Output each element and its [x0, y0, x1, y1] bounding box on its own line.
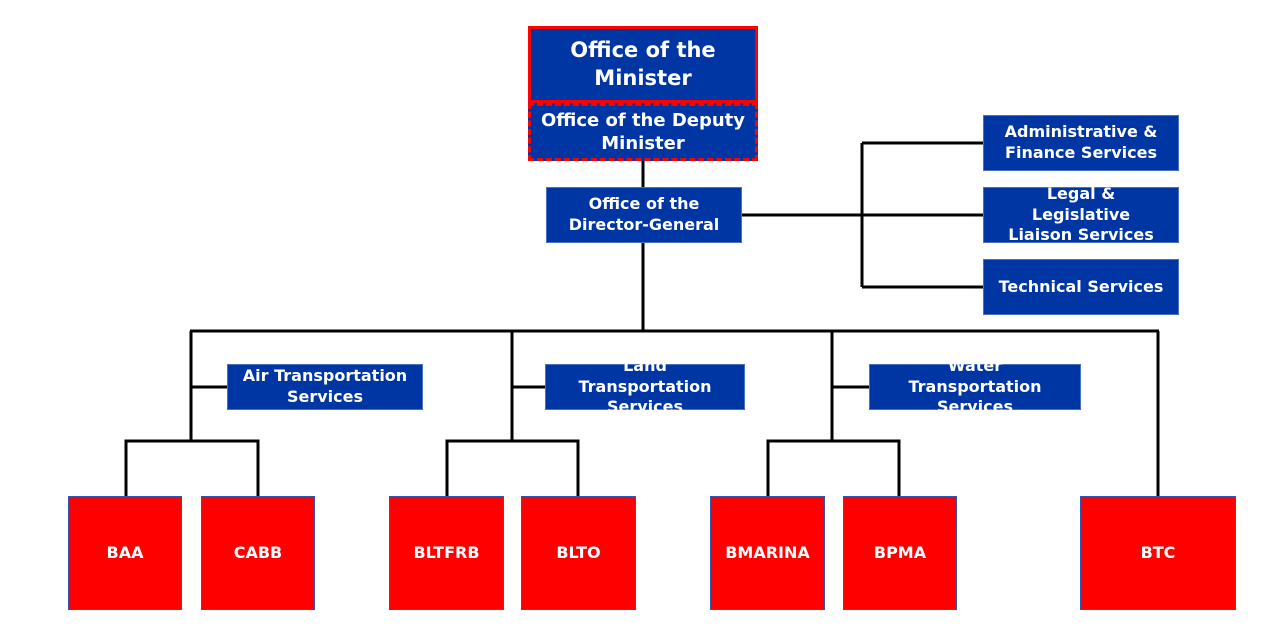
cabb-box: CABB	[201, 496, 315, 610]
technical-services: Technical Services	[983, 259, 1179, 315]
connector	[445, 439, 580, 496]
bmarina-box: BMARINA	[710, 496, 825, 610]
connector	[124, 439, 260, 496]
land-transportation-services: Land Transportation Services	[545, 356, 745, 416]
air-transportation-services: Air Transportation Services	[227, 364, 423, 410]
bltfrb-box: BLTFRB	[389, 496, 504, 610]
btc-box: BTC	[1080, 496, 1236, 610]
connector	[766, 439, 901, 496]
office-of-the-deputy-minister: Office of the Deputy Minister	[528, 103, 758, 161]
administrative-finance-services: Administrative & Finance Services	[983, 115, 1179, 171]
blto-box: BLTO	[521, 496, 636, 610]
baa-box: BAA	[68, 496, 182, 610]
bpma-box: BPMA	[843, 496, 957, 610]
water-transportation-services: Water Transportation Services	[869, 356, 1081, 416]
office-of-the-minister: Office of the Minister	[528, 26, 758, 103]
org-chart: Office of the Minister Office of the Dep…	[0, 0, 1280, 642]
legal-legislative-liaison-services: Legal & Legislative Liaison Services	[983, 184, 1179, 244]
office-of-the-director-general: Office of the Director-General	[546, 187, 742, 243]
